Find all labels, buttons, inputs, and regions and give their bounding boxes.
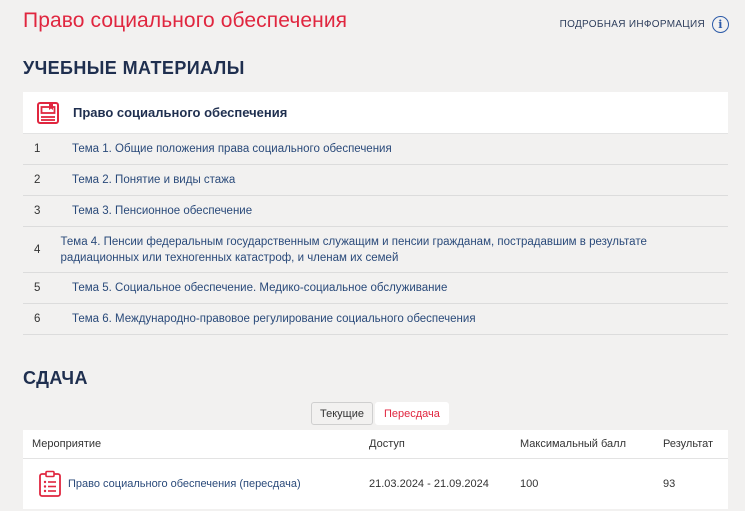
course-header[interactable]: Право социального обеспечения xyxy=(23,92,728,134)
tab-current[interactable]: Текущие xyxy=(311,402,373,425)
table-header: Мероприятие Доступ Максимальный балл Рез… xyxy=(23,430,728,459)
topic-number: 2 xyxy=(34,174,41,186)
topic-row[interactable]: 4 Тема 4. Пенсии федеральным государстве… xyxy=(23,227,728,273)
clipboard-icon xyxy=(32,470,68,498)
result-cell: 93 xyxy=(663,478,676,490)
exam-tabs: Текущие Пересдача xyxy=(311,402,449,425)
materials-section-title: УЧЕБНЫЕ МАТЕРИАЛЫ xyxy=(23,58,245,78)
course-name: Право социального обеспечения xyxy=(73,105,288,120)
exams-section-title: СДАЧА xyxy=(23,368,88,388)
topic-number: 5 xyxy=(34,282,41,294)
column-header-access: Доступ xyxy=(369,438,405,450)
topic-link[interactable]: Тема 4. Пенсии федеральным государственн… xyxy=(61,234,728,266)
topic-number: 3 xyxy=(34,205,41,217)
access-cell: 21.03.2024 - 21.09.2024 xyxy=(369,478,489,490)
topic-number: 1 xyxy=(34,143,41,155)
more-info-link[interactable]: ПОДРОБНАЯ ИНФОРМАЦИЯ i xyxy=(560,16,729,33)
topic-row[interactable]: 5 Тема 5. Социальное обеспечение. Медико… xyxy=(23,273,728,304)
topic-number: 4 xyxy=(34,243,41,256)
topic-row[interactable]: 1 Тема 1. Общие положения права социальн… xyxy=(23,134,728,165)
column-header-event: Мероприятие xyxy=(32,438,102,450)
topic-link[interactable]: Тема 6. Международно-правовое регулирова… xyxy=(72,311,496,327)
topic-link[interactable]: Тема 2. Понятие и виды стажа xyxy=(72,172,255,188)
column-header-max-score: Максимальный балл xyxy=(520,438,626,450)
topic-row[interactable]: 3 Тема 3. Пенсионное обеспечение xyxy=(23,196,728,227)
materials-card: Право социального обеспечения 1 Тема 1. … xyxy=(23,92,728,335)
topic-number: 6 xyxy=(34,313,41,325)
column-header-result: Результат xyxy=(663,438,714,450)
table-row[interactable]: Право социального обеспечения (пересдача… xyxy=(23,459,728,509)
topic-link[interactable]: Тема 3. Пенсионное обеспечение xyxy=(72,203,272,219)
topic-link[interactable]: Тема 5. Социальное обеспечение. Медико-с… xyxy=(72,280,467,296)
tab-retake[interactable]: Пересдача xyxy=(374,402,449,425)
info-icon[interactable]: i xyxy=(712,16,729,33)
event-link[interactable]: Право социального обеспечения (пересдача… xyxy=(68,478,301,490)
event-cell: Право социального обеспечения (пересдача… xyxy=(23,470,361,498)
topic-row[interactable]: 2 Тема 2. Понятие и виды стажа xyxy=(23,165,728,196)
max-score-cell: 100 xyxy=(520,478,539,490)
topic-link[interactable]: Тема 1. Общие положения права социальног… xyxy=(72,141,412,157)
topic-row[interactable]: 6 Тема 6. Международно-правовое регулиро… xyxy=(23,304,728,335)
page-title: Право социального обеспечения xyxy=(23,9,348,32)
book-icon xyxy=(23,101,73,125)
more-info-label: ПОДРОБНАЯ ИНФОРМАЦИЯ xyxy=(559,19,705,30)
exam-table: Мероприятие Доступ Максимальный балл Рез… xyxy=(23,430,728,509)
